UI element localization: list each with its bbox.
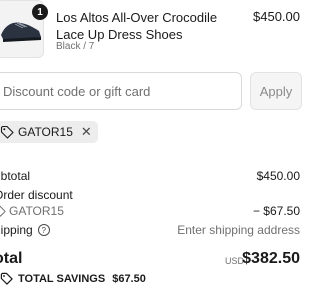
product-title: Los Altos All-Over Crocodile Lace Up Dre… (56, 10, 218, 42)
total-currency: USD (224, 256, 244, 266)
applied-discount-code: GATOR15 (18, 125, 73, 139)
discount-code-input[interactable] (0, 72, 242, 110)
shipping-row: hipping ? (0, 223, 50, 237)
product-variant: Black / 7 (56, 41, 95, 52)
order-discount-code: GATOR15 (9, 204, 64, 218)
info-icon[interactable]: ? (37, 224, 50, 236)
tag-icon (0, 205, 6, 217)
order-discount-code-row: GATOR15 (0, 204, 64, 218)
subtotal-label: ubtotal (0, 169, 31, 183)
total-savings-value: $67.50 (112, 272, 146, 285)
order-discount-value: − $67.50 (252, 204, 300, 218)
subtotal-value: $450.00 (256, 169, 300, 183)
total-label: otal (0, 250, 23, 267)
applied-discount-chip: GATOR15 ✕ (0, 121, 98, 143)
total-savings: TOTAL SAVINGS $67.50 (0, 272, 146, 285)
tag-icon (0, 272, 13, 285)
product-price: $450.00 (253, 9, 300, 24)
shipping-value: Enter shipping address (177, 223, 300, 237)
total-savings-label: TOTAL SAVINGS (18, 272, 106, 285)
shipping-label: hipping (0, 223, 33, 237)
total-value: $382.50 (242, 250, 300, 267)
order-discount-label: Order discount (0, 188, 73, 202)
quantity-badge: 1 (32, 4, 48, 20)
tag-icon (0, 125, 14, 139)
close-icon[interactable]: ✕ (81, 124, 92, 140)
apply-button[interactable]: Apply (250, 72, 302, 110)
